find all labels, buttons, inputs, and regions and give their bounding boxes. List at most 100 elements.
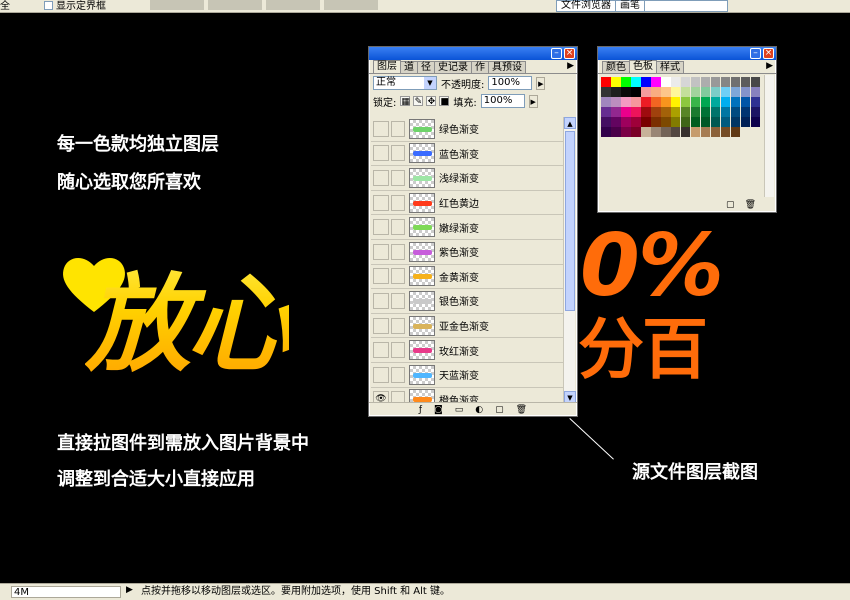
visibility-toggle[interactable] — [373, 268, 389, 285]
link-toggle[interactable] — [391, 194, 405, 211]
swatch[interactable] — [720, 77, 731, 87]
swatch[interactable] — [720, 96, 731, 107]
visibility-toggle[interactable] — [373, 317, 389, 334]
swatch[interactable] — [730, 106, 741, 117]
fill-slider-arrow-icon[interactable]: ▶ — [528, 94, 538, 108]
swatch[interactable] — [720, 86, 731, 97]
swatch[interactable] — [670, 116, 681, 127]
swatch[interactable] — [670, 77, 681, 87]
swatch[interactable] — [630, 126, 641, 137]
tab-swatches[interactable]: 色板 — [629, 60, 657, 73]
visibility-toggle[interactable] — [373, 342, 389, 359]
swatch[interactable] — [750, 86, 761, 97]
align-icon[interactable] — [208, 0, 262, 10]
opacity-input[interactable]: 100% — [488, 76, 533, 90]
visibility-toggle[interactable] — [373, 243, 389, 260]
swatch[interactable] — [601, 126, 611, 137]
swatch[interactable] — [730, 126, 741, 137]
swatch[interactable] — [620, 126, 631, 137]
link-toggle[interactable] — [391, 169, 405, 186]
swatch[interactable] — [610, 86, 621, 97]
swatch[interactable] — [720, 116, 731, 127]
palette-well-tab-brushes[interactable]: 画笔 — [616, 1, 645, 11]
distribute-icon[interactable] — [324, 0, 378, 10]
swatch[interactable] — [680, 77, 691, 87]
swatch[interactable] — [640, 77, 651, 87]
swatch[interactable] — [730, 86, 741, 97]
swatch[interactable] — [630, 106, 641, 117]
layers-palette-titlebar[interactable]: – × — [369, 47, 577, 60]
swatch[interactable] — [680, 116, 691, 127]
swatch[interactable] — [610, 106, 621, 117]
layer-group-icon[interactable]: ▭ — [455, 405, 464, 415]
swatch[interactable] — [710, 126, 721, 137]
swatch[interactable] — [660, 96, 671, 107]
tab-color[interactable]: 颜色 — [602, 61, 630, 73]
delete-swatch-icon[interactable]: 🗑 — [745, 200, 756, 210]
layer-row[interactable]: 蓝色渐变 — [371, 142, 567, 167]
swatch[interactable] — [710, 96, 721, 107]
palette-well-tab-file-browser[interactable]: 文件浏览器 — [557, 1, 616, 11]
link-toggle[interactable] — [391, 219, 405, 236]
swatch[interactable] — [650, 96, 661, 107]
swatch[interactable] — [660, 116, 671, 127]
swatch[interactable] — [690, 126, 701, 137]
swatch[interactable] — [700, 77, 711, 87]
distribute-icon[interactable] — [266, 0, 320, 10]
visibility-toggle[interactable] — [373, 169, 389, 186]
link-toggle[interactable] — [391, 120, 405, 137]
swatch[interactable] — [620, 86, 631, 97]
link-toggle[interactable] — [391, 342, 405, 359]
swatch[interactable] — [610, 126, 621, 137]
layer-row[interactable]: 金黄渐变 — [371, 265, 567, 290]
tab-tool-presets[interactable]: 具预设 — [488, 61, 526, 73]
layer-row[interactable]: 👁 橙色渐变 — [371, 388, 567, 403]
swatch[interactable] — [710, 116, 721, 127]
swatch[interactable] — [680, 96, 691, 107]
swatch[interactable] — [700, 106, 711, 117]
swatch[interactable] — [730, 116, 741, 127]
swatch[interactable] — [660, 126, 671, 137]
doc-size-field[interactable]: 4M — [11, 586, 121, 598]
swatch[interactable] — [610, 116, 621, 127]
swatch[interactable] — [680, 86, 691, 97]
scroll-up-icon[interactable]: ▲ — [564, 117, 576, 129]
link-toggle[interactable] — [391, 268, 405, 285]
swatch[interactable] — [620, 106, 631, 117]
swatch[interactable] — [750, 106, 761, 117]
swatch[interactable] — [650, 106, 661, 117]
swatch[interactable] — [650, 77, 661, 87]
link-toggle[interactable] — [391, 317, 405, 334]
swatch[interactable] — [680, 126, 691, 137]
swatch[interactable] — [601, 116, 611, 127]
swatch[interactable] — [670, 96, 681, 107]
swatch[interactable] — [630, 77, 641, 87]
layer-row[interactable]: 天蓝渐变 — [371, 363, 567, 388]
palette-menu-arrow-icon[interactable]: ▶ — [567, 61, 574, 71]
swatch[interactable] — [710, 86, 721, 97]
close-icon[interactable]: × — [564, 48, 575, 59]
swatch[interactable] — [610, 77, 621, 87]
link-toggle[interactable] — [391, 243, 405, 260]
visibility-toggle[interactable] — [373, 366, 389, 383]
layer-row[interactable]: 浅绿渐变 — [371, 166, 567, 191]
link-toggle[interactable] — [391, 292, 405, 309]
lock-brush-icon[interactable]: ✎ — [413, 96, 424, 107]
swatch[interactable] — [750, 77, 761, 87]
delete-layer-icon[interactable]: 🗑 — [516, 405, 527, 415]
swatch[interactable] — [740, 86, 751, 97]
tab-channels[interactable]: 道 — [400, 61, 418, 73]
swatch[interactable] — [660, 106, 671, 117]
swatches-scrollbar[interactable] — [764, 75, 774, 197]
layer-row[interactable]: 紫色渐变 — [371, 240, 567, 265]
layer-row[interactable]: 玫红渐变 — [371, 338, 567, 363]
swatch[interactable] — [730, 77, 741, 87]
visibility-toggle[interactable] — [373, 219, 389, 236]
minimize-icon[interactable]: – — [551, 48, 562, 59]
swatch[interactable] — [690, 116, 701, 127]
close-icon[interactable]: × — [763, 48, 774, 59]
swatch[interactable] — [630, 86, 641, 97]
swatch[interactable] — [730, 96, 741, 107]
swatch[interactable] — [660, 77, 671, 87]
swatch[interactable] — [620, 116, 631, 127]
